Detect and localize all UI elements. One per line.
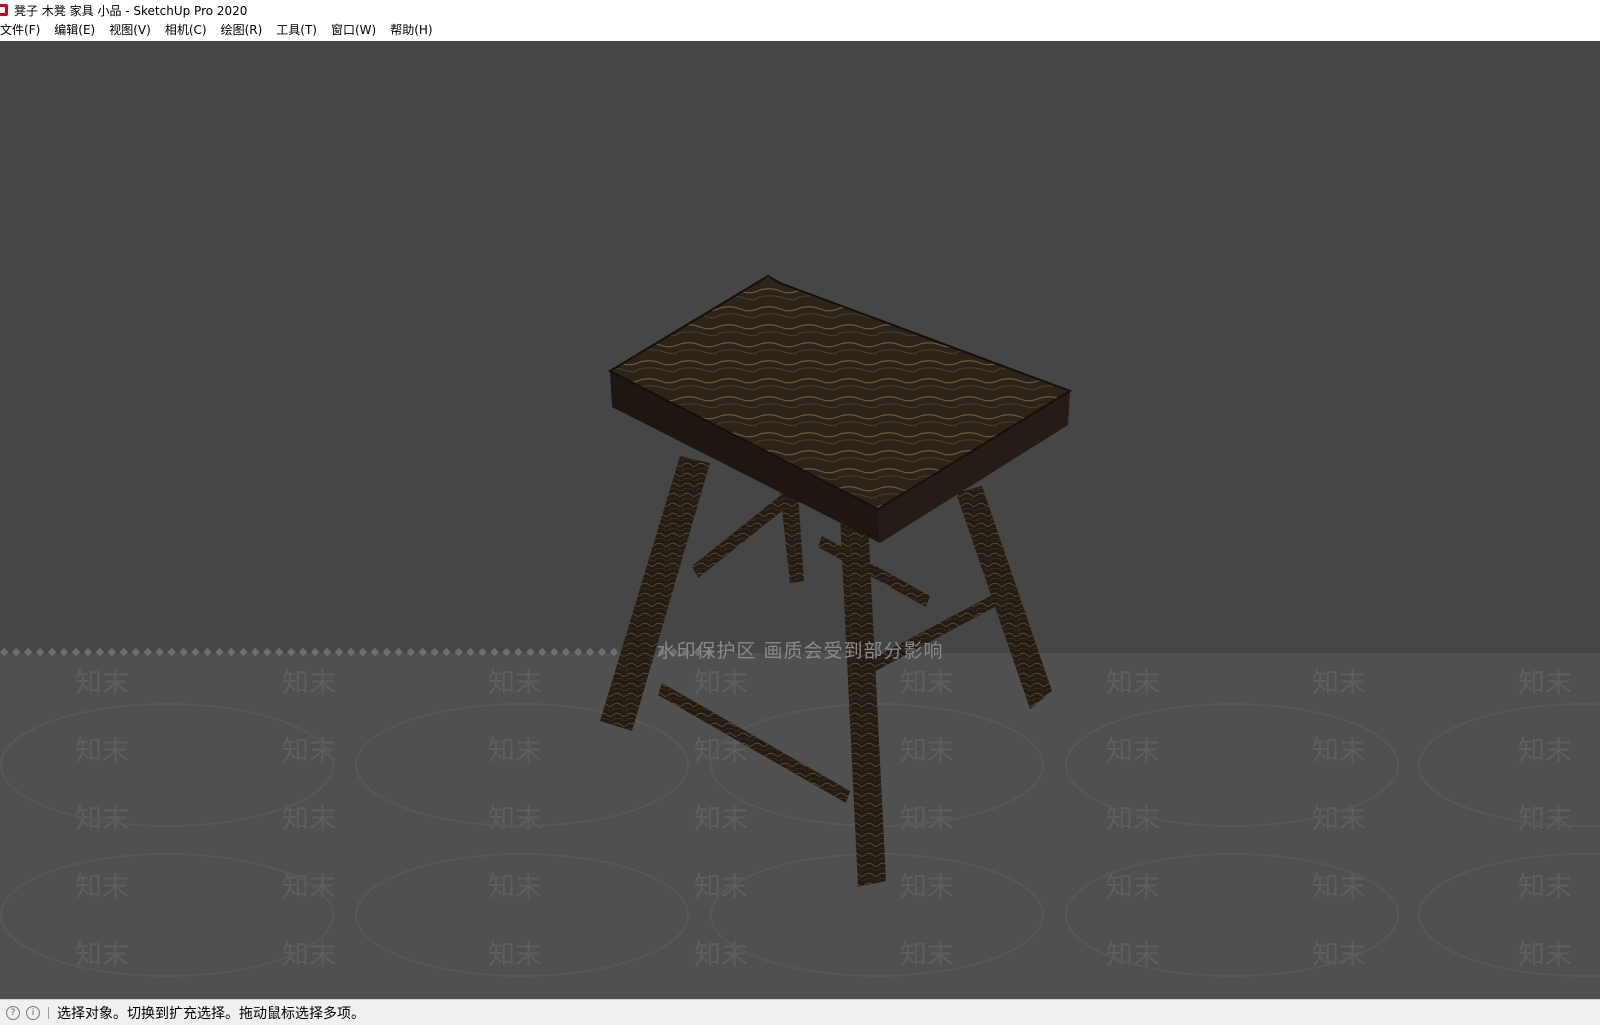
watermark-ellipse xyxy=(0,703,334,827)
menu-camera[interactable]: 相机(C) xyxy=(158,20,214,41)
watermark-ellipse xyxy=(1065,853,1399,977)
watermark-brand-text: 知末 xyxy=(75,668,129,699)
watermark-ellipse xyxy=(1418,853,1600,977)
menu-window[interactable]: 窗口(W) xyxy=(324,20,383,41)
stool-stretcher-left xyxy=(692,491,792,578)
stool-stretcher-front-left xyxy=(658,683,850,803)
menu-file[interactable]: 文件(F) xyxy=(0,20,47,41)
stool-model[interactable] xyxy=(600,231,1080,911)
status-bar: ? i 选择对象。切换到扩充选择。拖动鼠标选择多项。 xyxy=(0,999,1600,1025)
menu-view[interactable]: 视图(V) xyxy=(102,20,158,41)
menu-draw[interactable]: 绘图(R) xyxy=(214,20,270,41)
model-viewport[interactable]: ◆ ◆ ◆ ◆ ◆ ◆ ◆ ◆ ◆ ◆ ◆ ◆ ◆ ◆ ◆ ◆ ◆ ◆ ◆ ◆ … xyxy=(0,41,1600,999)
status-separator xyxy=(48,1006,49,1019)
watermark-brand-text: 知末 xyxy=(1312,668,1366,699)
watermark-brand-text: 知末 xyxy=(488,668,542,699)
watermark-ellipse xyxy=(1065,703,1399,827)
watermark-ellipse xyxy=(0,853,334,977)
watermark-brand-text: 知末 xyxy=(282,668,336,699)
stool-stretcher-right xyxy=(818,536,930,607)
window-title: 凳子 木凳 家具 小品 - SketchUp Pro 2020 xyxy=(14,3,248,18)
menu-help[interactable]: 帮助(H) xyxy=(383,20,439,41)
stool-leg-right xyxy=(956,486,1052,709)
watermark-ellipse xyxy=(1418,703,1600,827)
info-icon[interactable]: i xyxy=(26,1005,40,1020)
status-text: 选择对象。切换到扩充选择。拖动鼠标选择多项。 xyxy=(57,1005,365,1022)
watermark-brand-text: 知末 xyxy=(1106,668,1160,699)
title-bar: 凳子 木凳 家具 小品 - SketchUp Pro 2020 xyxy=(0,0,1600,20)
stool-leg-left xyxy=(600,456,710,731)
watermark-banner: 水印保护区 画质会受到部分影响 xyxy=(656,640,944,662)
menu-tools[interactable]: 工具(T) xyxy=(269,20,324,41)
sketchup-app-icon[interactable] xyxy=(0,4,8,16)
menu-edit[interactable]: 编辑(E) xyxy=(47,20,102,41)
watermark-brand-text: 知末 xyxy=(1518,668,1572,699)
geolocation-icon[interactable]: ? xyxy=(6,1005,20,1020)
menu-bar: 文件(F) 编辑(E) 视图(V) 相机(C) 绘图(R) 工具(T) 窗口(W… xyxy=(0,20,1600,42)
